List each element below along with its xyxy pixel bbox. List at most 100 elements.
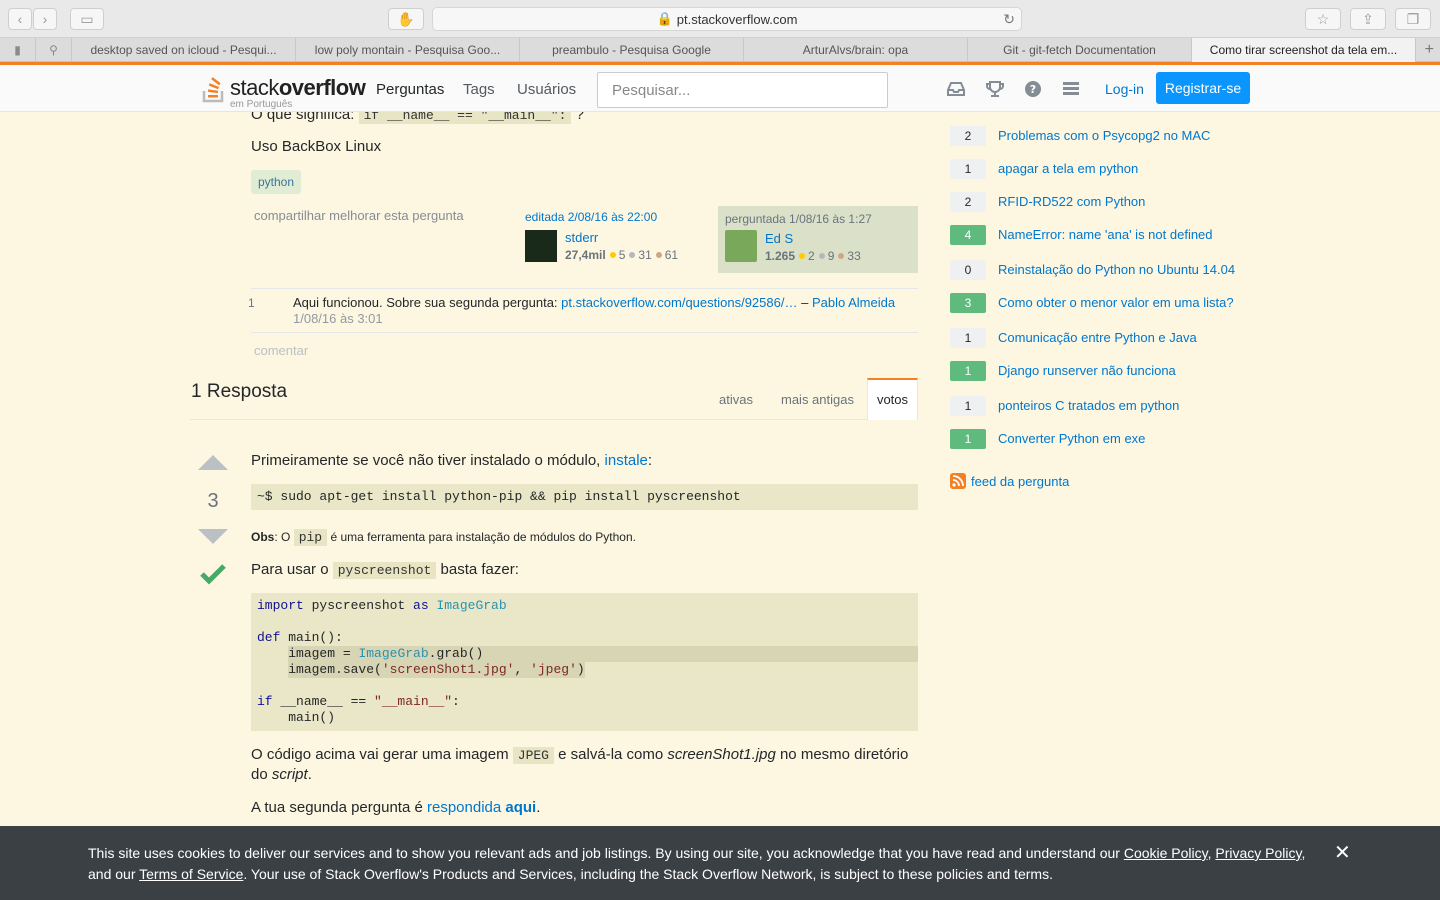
tab-ativas[interactable]: ativas [719,392,753,407]
bronze-badge-icon [655,252,662,258]
comment-link[interactable]: pt.stackoverflow.com/questions/92586/… [561,295,797,310]
help-icon[interactable]: ? [1022,79,1044,99]
related-question[interactable]: 2 Problemas com o Psycopg2 no MAC [950,126,1250,146]
jpeg-code: JPEG [512,747,554,764]
related-title[interactable]: Converter Python em exe [998,431,1145,446]
obs-note: Obs: O pip é uma ferramenta para instala… [251,529,636,546]
logo-wordmark: stackoverflow [230,75,366,100]
add-comment-link[interactable]: comentar [254,343,308,358]
tag-python[interactable]: python [251,170,302,194]
owner-avatar[interactable] [725,230,757,262]
related-question[interactable]: 1 apagar a tela em python [950,159,1250,179]
post-menu[interactable]: compartilhar melhorar esta pergunta [254,208,464,223]
related-title[interactable]: ponteiros C tratados em python [998,398,1179,413]
related-score: 1 [950,328,986,348]
close-icon[interactable]: ✕ [1334,840,1351,865]
upvote-icon[interactable] [198,455,228,470]
editor-avatar[interactable] [525,230,557,262]
tab-low-poly[interactable]: low poly montain - Pesquisa Goo... [296,38,520,62]
comment-author[interactable]: Pablo Almeida [812,295,895,310]
main-content: O que significa: if __name__ == "__main_… [190,112,918,826]
editor-reputation: 27,4mil 5 31 61 [565,248,679,262]
comment-date: 1/08/16 às 3:01 [293,311,383,326]
code-line: imagem = ImageGrab.grab() [257,646,918,662]
bookmark-icon[interactable]: ☆ [1305,8,1341,30]
inbox-icon[interactable] [945,79,967,99]
editor-name[interactable]: stderr [565,230,598,245]
cookie-policy-link[interactable]: Cookie Policy [1124,845,1208,861]
vote-count: 3 [207,490,219,512]
asked-date: perguntada 1/08/16 às 1:27 [725,212,872,226]
new-tab-icon[interactable]: + [1416,38,1440,61]
privacy-policy-link[interactable]: Privacy Policy [1215,845,1301,861]
login-link[interactable]: Log-in [1105,81,1144,97]
related-questions: 2 Problemas com o Psycopg2 no MAC 1 apagar … [950,112,1250,512]
tab-brain[interactable]: ArturAlvs/brain: opa [744,38,968,62]
question-body-text: Uso BackBox Linux [251,138,382,155]
related-question[interactable]: 4 NameError: name 'ana' is not defined [950,225,1250,245]
related-title[interactable]: RFID-RD522 com Python [998,194,1145,209]
reload-icon[interactable]: ↻ [1003,11,1015,28]
stack-logo-icon [202,77,224,103]
sidebar-toggle-icon[interactable]: ▭ [70,8,104,30]
reader-icon[interactable]: ✋ [388,8,424,30]
tab-screenshot[interactable]: Como tirar screenshot da tela em... [1192,38,1416,62]
nav-tags[interactable]: Tags [463,81,495,98]
accepted-check-icon [200,564,226,585]
gold-badge-icon [799,253,806,259]
edited-date-link[interactable]: editada 2/08/16 às 22:00 [525,210,715,224]
install-link[interactable]: instale [605,452,648,469]
register-button[interactable]: Registrar-se [1156,72,1250,104]
tab-desktop-icloud[interactable]: desktop saved on icloud - Pesqui... [72,38,296,62]
tab-votos[interactable]: votos [867,378,918,420]
owner-reputation: 1.265 2 9 33 [765,249,861,263]
code-line: if __name__ == "__main__": [257,694,460,709]
logo-subtitle: em Português [230,99,293,110]
pinned-tab-2-icon[interactable]: ⚲ [36,38,72,62]
tab-preambulo[interactable]: preambulo - Pesquisa Google [520,38,744,62]
downvote-icon[interactable] [198,529,228,544]
comment-score: 1 [248,296,255,310]
related-question[interactable]: 1 Converter Python em exe [950,429,1250,449]
related-score: 1 [950,361,986,381]
code-line: main() [257,710,336,725]
related-question[interactable]: 1 ponteiros C tratados em python [950,396,1250,416]
silver-badge-icon [818,253,825,259]
browser-toolbar: ‹ › ▭ ✋ 🔒 pt.stackoverflow.com ↻ ☆ ⇪ ❐ [0,0,1440,38]
related-title[interactable]: Como obter o menor valor em uma lista? [998,295,1234,310]
owner-signature: perguntada 1/08/16 às 1:27 Ed S 1.265 2 9 3… [718,206,918,273]
respondida-link[interactable]: respondida [427,799,501,816]
related-question[interactable]: 2 RFID-RD522 com Python [950,192,1250,212]
achievements-icon[interactable] [984,79,1006,99]
related-question[interactable]: 1 Django runserver não funciona [950,361,1250,381]
back-icon[interactable]: ‹ [8,8,32,30]
svg-text:?: ? [1030,83,1036,96]
aqui-link[interactable]: aqui [505,799,536,816]
related-title[interactable]: Django runserver não funciona [998,363,1176,378]
related-title[interactable]: Comunicação entre Python e Java [998,330,1197,345]
related-title[interactable]: Reinstalação do Python no Ubuntu 14.04 [998,262,1235,277]
related-title[interactable]: Problemas com o Psycopg2 no MAC [998,128,1210,143]
tab-mais-antigas[interactable]: mais antigas [781,392,854,407]
nav-perguntas[interactable]: Perguntas [376,81,444,98]
related-question[interactable]: 1 Comunicação entre Python e Java [950,328,1250,348]
tabs-overview-icon[interactable]: ❐ [1395,8,1431,30]
related-question[interactable]: 0 Reinstalação do Python no Ubuntu 14.04 [950,260,1250,280]
feed-link[interactable]: feed da pergunta [950,473,1069,489]
pinned-tab-icon[interactable]: ▮ [0,38,36,62]
address-bar[interactable]: 🔒 pt.stackoverflow.com ↻ [432,7,1022,31]
silver-badge-icon [629,252,636,258]
related-title[interactable]: NameError: name 'ana' is not defined [998,227,1213,242]
owner-name[interactable]: Ed S [765,231,793,246]
terms-link[interactable]: Terms of Service [139,866,243,882]
forward-icon[interactable]: › [33,8,57,30]
related-title[interactable]: apagar a tela em python [998,161,1138,176]
search-input[interactable]: Pesquisar... [597,72,888,108]
share-icon[interactable]: ⇪ [1350,8,1386,30]
answer-paragraph-2: Para usar o pyscreenshot basta fazer: [251,561,519,579]
site-switcher-icon[interactable] [1060,79,1082,99]
nav-usuarios[interactable]: Usuários [517,81,576,98]
tab-git-fetch[interactable]: Git - git-fetch Documentation [968,38,1192,62]
related-question[interactable]: 3 Como obter o menor valor em uma lista? [950,293,1250,313]
editor-signature: editada 2/08/16 às 22:00 stderr 27,4mil 5… [525,210,715,262]
